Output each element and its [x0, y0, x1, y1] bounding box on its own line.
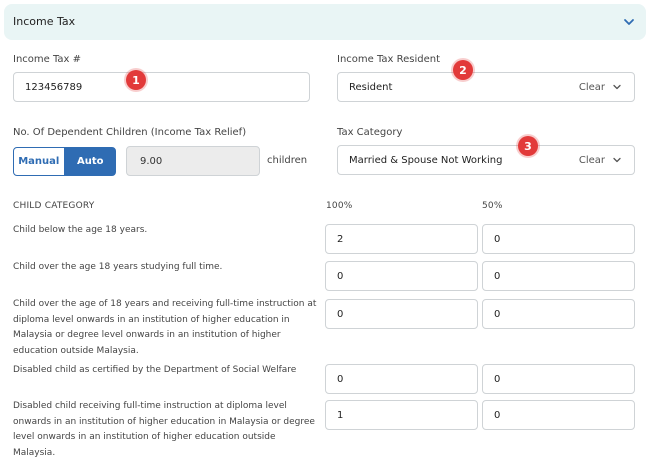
section-title: Income Tax — [13, 15, 76, 28]
auto-button[interactable]: Auto — [64, 147, 116, 176]
annotation-badge-2: 2 — [453, 60, 473, 80]
manual-button[interactable]: Manual — [13, 147, 65, 176]
child-count-50-input[interactable]: 0 — [482, 261, 635, 291]
chevron-down-icon[interactable] — [611, 81, 623, 93]
child-count-50-value: 0 — [494, 373, 501, 385]
column-100-header: 100% — [326, 201, 353, 211]
annotation-badge-3: 3 — [518, 136, 538, 156]
tax-resident-clear-button[interactable]: Clear — [579, 82, 605, 93]
income-tax-number-input[interactable]: 123456789 — [13, 72, 310, 102]
dependent-children-label: No. Of Dependent Children (Income Tax Re… — [13, 127, 247, 138]
tax-resident-select[interactable]: Resident Clear — [337, 72, 635, 102]
child-category-label: Disabled child as certified by the Depar… — [13, 365, 297, 375]
child-count-100-input[interactable]: 1 — [325, 400, 478, 430]
column-50-header: 50% — [482, 201, 503, 211]
annotation-badge-1: 1 — [126, 70, 146, 90]
chevron-down-icon[interactable] — [620, 13, 638, 31]
child-count-50-value: 0 — [494, 233, 501, 245]
child-count-50-input[interactable]: 0 — [482, 299, 635, 329]
tax-category-clear-button[interactable]: Clear — [579, 155, 605, 166]
income-tax-number-value: 123456789 — [25, 81, 83, 93]
dependent-children-count-value: 9.00 — [140, 155, 163, 167]
child-count-100-input[interactable]: 0 — [325, 299, 478, 329]
chevron-down-icon[interactable] — [611, 154, 623, 166]
child-count-100-input[interactable]: 0 — [325, 364, 478, 394]
child-count-100-value: 0 — [337, 373, 344, 385]
child-count-100-value: 1 — [337, 409, 344, 421]
mode-toggle: Manual Auto — [13, 147, 116, 176]
child-count-50-input[interactable]: 0 — [482, 364, 635, 394]
child-category-label: Child below the age 18 years. — [13, 225, 148, 235]
child-category-label: Child over the age of 18 years and recei… — [13, 299, 317, 356]
tax-category-select[interactable]: Married & Spouse Not Working Clear — [337, 145, 635, 175]
child-count-50-input[interactable]: 0 — [482, 224, 635, 254]
child-count-50-value: 0 — [494, 409, 501, 421]
child-category-header: CHILD CATEGORY — [13, 201, 95, 211]
dependent-children-count-field: 9.00 — [126, 146, 260, 176]
tax-resident-label: Income Tax Resident — [337, 54, 441, 65]
tax-category-label: Tax Category — [337, 127, 403, 138]
income-tax-number-label: Income Tax # — [13, 54, 82, 65]
tax-category-value: Married & Spouse Not Working — [349, 154, 503, 166]
child-count-50-value: 0 — [494, 270, 501, 282]
child-count-100-input[interactable]: 2 — [325, 224, 478, 254]
child-count-100-input[interactable]: 0 — [325, 261, 478, 291]
child-count-50-input[interactable]: 0 — [482, 400, 635, 430]
child-count-100-value: 0 — [337, 270, 344, 282]
children-unit-label: children — [267, 155, 308, 166]
child-category-label: Disabled child receiving full-time instr… — [13, 401, 315, 458]
income-tax-section-header[interactable]: Income Tax — [4, 4, 646, 40]
child-count-50-value: 0 — [494, 308, 501, 320]
child-count-100-value: 2 — [337, 233, 344, 245]
tax-resident-value: Resident — [349, 81, 393, 93]
child-count-100-value: 0 — [337, 308, 344, 320]
child-category-label: Child over the age 18 years studying ful… — [13, 262, 223, 272]
